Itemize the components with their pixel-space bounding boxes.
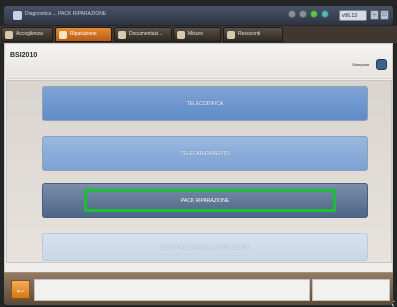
- tab-misure[interactable]: Misure: [173, 27, 221, 42]
- window-title: Diagnostica ... PACK RIPARAZIONE: [25, 11, 107, 17]
- tab-resoconti[interactable]: Resoconti: [223, 27, 283, 42]
- tab-label: Resoconti: [238, 31, 261, 37]
- green-status-icon: [310, 10, 318, 18]
- teal-status-icon: [321, 10, 329, 18]
- home-icon: [5, 31, 13, 39]
- version-dropdown[interactable]: v06.13: [339, 10, 367, 21]
- tab-bar: Accoglienza Riparazione Documentazi... M…: [0, 26, 397, 43]
- main-panel: BSI2010 Stampare TELECODIFICA TELECARICA…: [4, 43, 396, 307]
- status-icons: [288, 10, 329, 18]
- page-title: BSI2010: [10, 52, 38, 59]
- back-button[interactable]: ←: [11, 280, 30, 299]
- maximize-button[interactable]: □: [380, 10, 389, 20]
- minimize-button[interactable]: –: [370, 10, 379, 20]
- window-titlebar: Diagnostica ... PACK RIPARAZIONE v06.13 …: [4, 6, 393, 25]
- printer-icon[interactable]: [376, 59, 387, 70]
- pack-riparazione-button[interactable]: PACK RIPARAZIONE: [42, 183, 368, 218]
- menu-list: TELECODIFICA TELECARICAMENTO PACK RIPARA…: [6, 80, 396, 307]
- tab-label: Riparazione: [70, 31, 97, 37]
- tab-label: Misure: [188, 31, 204, 37]
- footer-bar: ←: [4, 272, 393, 305]
- page-header: BSI2010 Stampare: [6, 45, 392, 79]
- lettura-cancellazione-button[interactable]: LETTURA E CANCELLAZIONE GUASTI: [42, 233, 368, 261]
- meter-icon: [177, 31, 185, 39]
- telecodifica-button[interactable]: TELECODIFICA: [42, 86, 368, 121]
- wrench-icon: [59, 31, 67, 39]
- report-icon: [227, 31, 235, 39]
- tab-riparazione[interactable]: Riparazione: [55, 27, 112, 42]
- tab-label: Accoglienza: [16, 31, 43, 37]
- status-dot-icon: [299, 10, 307, 18]
- app-icon: [13, 11, 22, 20]
- footer-right-panel: [312, 279, 390, 301]
- selection-highlight: [84, 189, 336, 212]
- telecaricamento-button[interactable]: TELECARICAMENTO: [42, 136, 368, 171]
- tab-accoglienza[interactable]: Accoglienza: [1, 27, 53, 42]
- message-bar: [34, 279, 310, 301]
- document-icon: [118, 31, 126, 39]
- print-label: Stampare: [352, 62, 370, 67]
- screen: Diagnostica ... PACK RIPARAZIONE v06.13 …: [0, 0, 397, 307]
- status-dot-icon: [288, 10, 296, 18]
- tab-label: Documentazi...: [129, 31, 163, 37]
- tab-documentazione[interactable]: Documentazi...: [114, 27, 172, 42]
